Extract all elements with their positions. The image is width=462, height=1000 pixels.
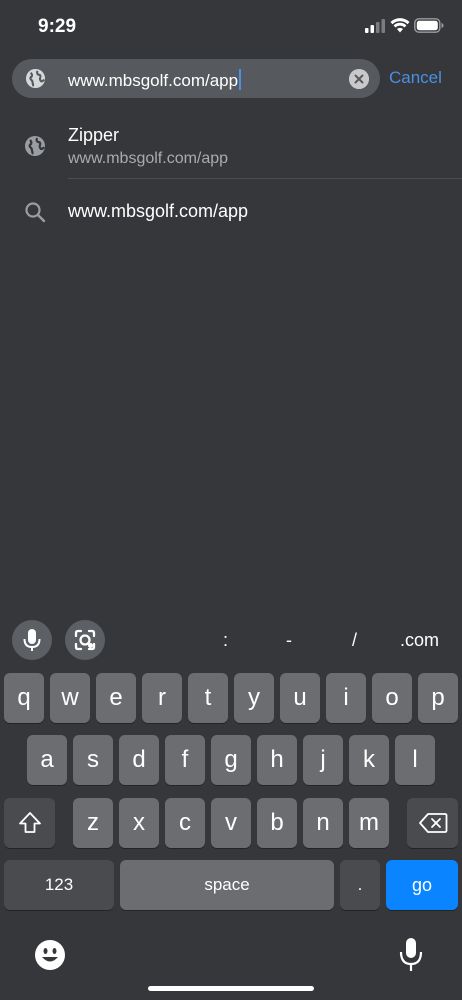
- key-z[interactable]: z: [73, 798, 113, 848]
- key-g[interactable]: g: [211, 735, 251, 785]
- key-l[interactable]: l: [395, 735, 435, 785]
- url-input-value: www.mbsgolf.com/app: [68, 71, 239, 90]
- camera-search-icon: [74, 629, 96, 651]
- home-indicator: [148, 986, 314, 991]
- globe-icon: [25, 136, 45, 156]
- accessory-key-dash[interactable]: -: [286, 630, 292, 651]
- cellular-signal-icon: [365, 19, 385, 33]
- suggestion-title: www.mbsgolf.com/app: [68, 201, 249, 221]
- key-j[interactable]: j: [303, 735, 343, 785]
- key-w[interactable]: w: [50, 673, 90, 723]
- key-m[interactable]: m: [349, 798, 389, 848]
- key-s[interactable]: s: [73, 735, 113, 785]
- key-y[interactable]: y: [234, 673, 274, 723]
- key-f[interactable]: f: [165, 735, 205, 785]
- battery-icon: [414, 18, 444, 33]
- period-key[interactable]: .: [340, 860, 380, 910]
- key-e[interactable]: e: [96, 673, 136, 723]
- wifi-icon: [390, 18, 410, 33]
- key-d[interactable]: d: [119, 735, 159, 785]
- accessory-key-dotcom[interactable]: .com: [400, 630, 439, 651]
- suggestion-item-search[interactable]: www.mbsgolf.com/app: [0, 180, 462, 242]
- go-key[interactable]: go: [386, 860, 458, 910]
- search-icon: [25, 202, 46, 223]
- dictation-microphone-icon[interactable]: [396, 936, 426, 974]
- key-q[interactable]: q: [4, 673, 44, 723]
- text-cursor: [239, 69, 242, 90]
- delete-key[interactable]: [407, 798, 458, 848]
- clear-text-icon[interactable]: [349, 69, 369, 89]
- key-i[interactable]: i: [326, 673, 366, 723]
- key-t[interactable]: t: [188, 673, 228, 723]
- cancel-button[interactable]: Cancel: [389, 68, 442, 88]
- status-time: 9:29: [38, 16, 77, 37]
- key-b[interactable]: b: [257, 798, 297, 848]
- suggestion-title: Zipper: [68, 125, 120, 145]
- key-p[interactable]: p: [418, 673, 458, 723]
- key-c[interactable]: c: [165, 798, 205, 848]
- key-r[interactable]: r: [142, 673, 182, 723]
- key-o[interactable]: o: [372, 673, 412, 723]
- suggestion-url: www.mbsgolf.com/app: [68, 150, 229, 167]
- emoji-icon[interactable]: [34, 939, 66, 971]
- shift-key[interactable]: [4, 798, 55, 848]
- key-n[interactable]: n: [303, 798, 343, 848]
- space-key[interactable]: space: [120, 860, 334, 910]
- lens-search-button[interactable]: [65, 620, 105, 660]
- accessory-key-slash[interactable]: /: [352, 630, 357, 651]
- status-bar: 9:29: [0, 0, 462, 56]
- url-input[interactable]: www.mbsgolf.com/app: [68, 69, 242, 91]
- shift-icon: [18, 812, 41, 833]
- backspace-icon: [418, 813, 447, 833]
- divider: [68, 178, 462, 179]
- key-u[interactable]: u: [280, 673, 320, 723]
- key-a[interactable]: a: [27, 735, 67, 785]
- accessory-key-colon[interactable]: :: [223, 630, 228, 651]
- globe-icon: [25, 68, 46, 89]
- numbers-key[interactable]: 123: [4, 860, 114, 910]
- voice-search-button[interactable]: [12, 620, 52, 660]
- key-k[interactable]: k: [349, 735, 389, 785]
- address-bar[interactable]: www.mbsgolf.com/app: [12, 59, 380, 98]
- key-x[interactable]: x: [119, 798, 159, 848]
- key-h[interactable]: h: [257, 735, 297, 785]
- microphone-icon: [23, 629, 41, 651]
- suggestion-item-zipper[interactable]: Zipper www.mbsgolf.com/app: [0, 112, 462, 178]
- keyboard-accessory-bar: : - / .com: [0, 616, 462, 664]
- key-v[interactable]: v: [211, 798, 251, 848]
